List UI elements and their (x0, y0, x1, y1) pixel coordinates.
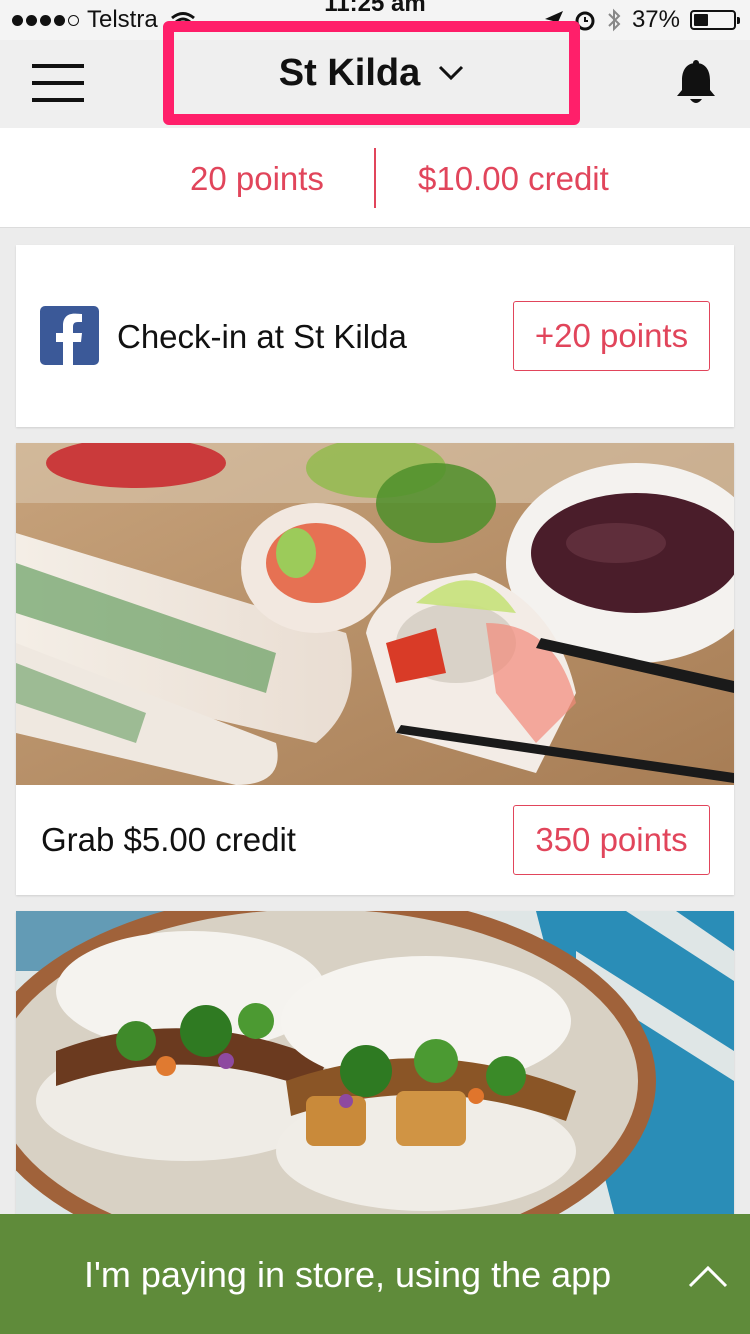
location-name: St Kilda (278, 51, 421, 94)
reward-card[interactable]: Grab $5.00 credit 350 points (16, 443, 734, 895)
facebook-icon (40, 306, 99, 365)
chevron-up-icon (688, 1265, 728, 1288)
pay-in-store-bar[interactable]: I'm paying in store, using the app (0, 1214, 750, 1334)
location-selector[interactable]: St Kilda (163, 21, 580, 125)
checkin-card: Check-in at St Kilda +20 points (16, 245, 734, 427)
bluetooth-icon (608, 8, 621, 32)
checkin-label: Check-in at St Kilda (117, 318, 407, 355)
bao-buns-image (16, 911, 734, 1221)
battery-level (694, 14, 709, 26)
pay-in-store-label: I'm paying in store, using the app (84, 1254, 612, 1295)
credit-balance: $10.00 credit (418, 160, 609, 197)
chevron-down-icon (439, 65, 464, 81)
reward-label: Grab $5.00 credit (41, 821, 296, 858)
reward-card[interactable] (16, 911, 734, 1221)
points-balance: 20 points (190, 160, 324, 197)
app-screen: Telstra 11:25 am 37% St Kilda 20 points … (0, 0, 750, 1334)
reward-points-button[interactable]: 350 points (513, 805, 710, 875)
checkin-points-button[interactable]: +20 points (513, 301, 710, 371)
app-header: St Kilda (0, 21, 750, 128)
battery-icon (690, 10, 740, 30)
hamburger-menu-icon[interactable] (32, 64, 84, 102)
bell-icon[interactable] (674, 60, 718, 106)
balance-bar: 20 points $10.00 credit (0, 128, 750, 228)
rice-paper-rolls-image (16, 443, 734, 785)
battery-percentage: 37% (631, 6, 680, 33)
balance-divider (374, 148, 376, 208)
